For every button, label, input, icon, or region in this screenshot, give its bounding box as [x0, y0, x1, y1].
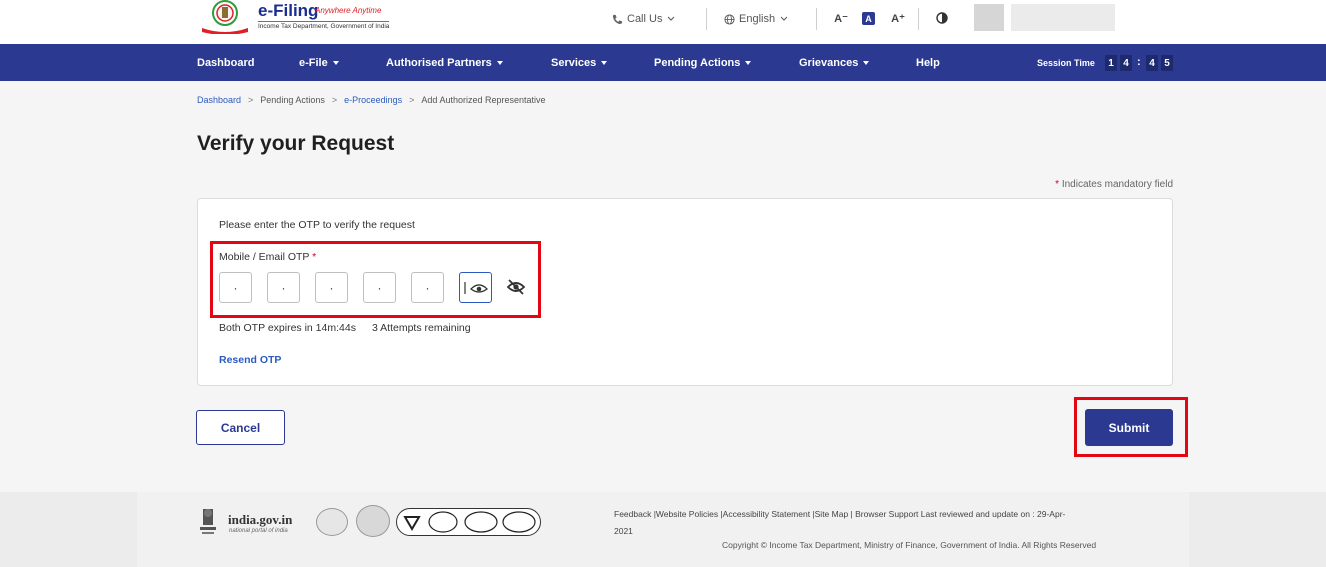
- nav-dashboard[interactable]: Dashboard: [197, 57, 254, 69]
- call-us-menu[interactable]: Call Us: [612, 10, 675, 28]
- certification-logos-icon: [403, 511, 536, 533]
- otp-digit-4[interactable]: ·: [363, 272, 396, 303]
- otp-digit-6[interactable]: [459, 272, 492, 303]
- resend-otp-link[interactable]: Resend OTP: [219, 354, 281, 366]
- footer-links[interactable]: Feedback |Website Policies |Accessibilit…: [614, 509, 1065, 519]
- breadcrumb-separator: >: [331, 95, 338, 105]
- caret-down-icon: [496, 61, 503, 65]
- session-digit: 4: [1146, 55, 1158, 71]
- caret-down-icon: [745, 61, 752, 65]
- national-emblem-icon: [200, 509, 216, 534]
- footer-panel: [137, 492, 1189, 567]
- nav-label: Pending Actions: [654, 57, 741, 69]
- text-cursor-eye-icon: [463, 281, 488, 294]
- breadcrumb: Dashboard > Pending Actions > e-Proceedi…: [197, 95, 546, 105]
- nav-help[interactable]: Help: [916, 57, 940, 69]
- nav-efile[interactable]: e-File: [299, 57, 339, 69]
- language-select[interactable]: English: [724, 10, 788, 28]
- otp-digit-1[interactable]: ·: [219, 272, 252, 303]
- user-name-placeholder[interactable]: [1011, 4, 1115, 31]
- nav-label: e-File: [299, 57, 328, 69]
- mandatory-note: * Indicates mandatory field: [1055, 179, 1173, 190]
- efiling-logo[interactable]: e-Filing Anywhere Anytime Income Tax Dep…: [198, 0, 408, 36]
- emblem-icon: [202, 0, 248, 34]
- hide-otp-icon[interactable]: [506, 278, 526, 296]
- session-digit: 5: [1161, 55, 1173, 71]
- certification-strip: [396, 508, 541, 536]
- brand-name: e-Filing: [258, 1, 319, 20]
- top-header: e-Filing Anywhere Anytime Income Tax Dep…: [0, 0, 1326, 44]
- globe-icon: [724, 13, 735, 25]
- otp-digit-2[interactable]: ·: [267, 272, 300, 303]
- session-digit: 4: [1120, 55, 1132, 71]
- divider: [706, 8, 707, 30]
- breadcrumb-e-proceedings[interactable]: e-Proceedings: [344, 95, 402, 105]
- session-time-label: Session Time: [1037, 58, 1095, 68]
- footer-date: 2021: [614, 526, 633, 536]
- certification-badge-icon: [316, 508, 348, 536]
- nav-label: Authorised Partners: [386, 57, 492, 69]
- font-increase-button[interactable]: A⁺: [890, 10, 906, 26]
- nav-authorised-partners[interactable]: Authorised Partners: [386, 57, 503, 69]
- required-star: *: [312, 251, 317, 263]
- chevron-down-icon: [780, 16, 788, 21]
- otp-attempts-text: 3 Attempts remaining: [371, 322, 471, 334]
- page-title: Verify your Request: [197, 132, 395, 155]
- divider: [816, 8, 817, 30]
- otp-label: Mobile / Email OTP *: [219, 251, 316, 263]
- breadcrumb-separator: >: [248, 95, 254, 105]
- nav-grievances[interactable]: Grievances: [799, 57, 870, 69]
- nav-label: Grievances: [799, 57, 859, 69]
- required-star: *: [1055, 179, 1060, 190]
- breadcrumb-dashboard[interactable]: Dashboard: [197, 95, 241, 105]
- otp-label-text: Mobile / Email OTP: [219, 251, 310, 263]
- contrast-icon[interactable]: [936, 12, 948, 24]
- caret-down-icon: [601, 61, 608, 65]
- otp-status: Both OTP expires in 14m:44s 3 Attempts re…: [219, 322, 471, 334]
- session-separator: :: [1137, 56, 1141, 68]
- divider: [918, 8, 919, 30]
- caret-down-icon: [863, 61, 870, 65]
- breadcrumb-pending-actions: Pending Actions: [260, 95, 325, 105]
- breadcrumb-separator: >: [409, 95, 415, 105]
- mandatory-note-text: Indicates mandatory field: [1061, 179, 1173, 190]
- otp-digit-3[interactable]: ·: [315, 272, 348, 303]
- call-us-label: Call Us: [627, 13, 663, 25]
- session-digit: 1: [1105, 55, 1117, 71]
- entrust-badge-icon: [356, 505, 390, 537]
- phone-icon: [612, 14, 623, 24]
- font-normal-button[interactable]: A: [862, 12, 875, 25]
- caret-down-icon: [332, 61, 339, 65]
- nav-label: Dashboard: [197, 57, 255, 69]
- india-gov-link[interactable]: india.gov.in: [228, 512, 292, 528]
- submit-button[interactable]: Submit: [1085, 409, 1173, 446]
- otp-prompt: Please enter the OTP to verify the reque…: [219, 219, 415, 231]
- nav-label: Services: [551, 57, 597, 69]
- font-decrease-button[interactable]: A⁻: [833, 10, 849, 26]
- brand-tagline: Anywhere Anytime: [315, 6, 382, 15]
- cancel-button[interactable]: Cancel: [196, 410, 285, 445]
- nav-services[interactable]: Services: [551, 57, 608, 69]
- main-navbar: Dashboard e-File Authorised Partners Ser…: [0, 44, 1326, 81]
- chevron-down-icon: [668, 16, 675, 21]
- india-gov-subtitle: national portal of india: [229, 528, 288, 534]
- nav-pending-actions[interactable]: Pending Actions: [654, 57, 752, 69]
- language-label: English: [739, 13, 776, 25]
- otp-digit-5[interactable]: ·: [411, 272, 444, 303]
- copyright-text: Copyright © Income Tax Department, Minis…: [722, 540, 1097, 550]
- avatar[interactable]: [974, 4, 1004, 31]
- breadcrumb-current: Add Authorized Representative: [421, 95, 546, 105]
- otp-expiry-text: Both OTP expires in 14m:44s: [219, 322, 356, 334]
- nav-label: Help: [916, 57, 940, 69]
- department-name: Income Tax Department, Government of Ind…: [258, 21, 390, 30]
